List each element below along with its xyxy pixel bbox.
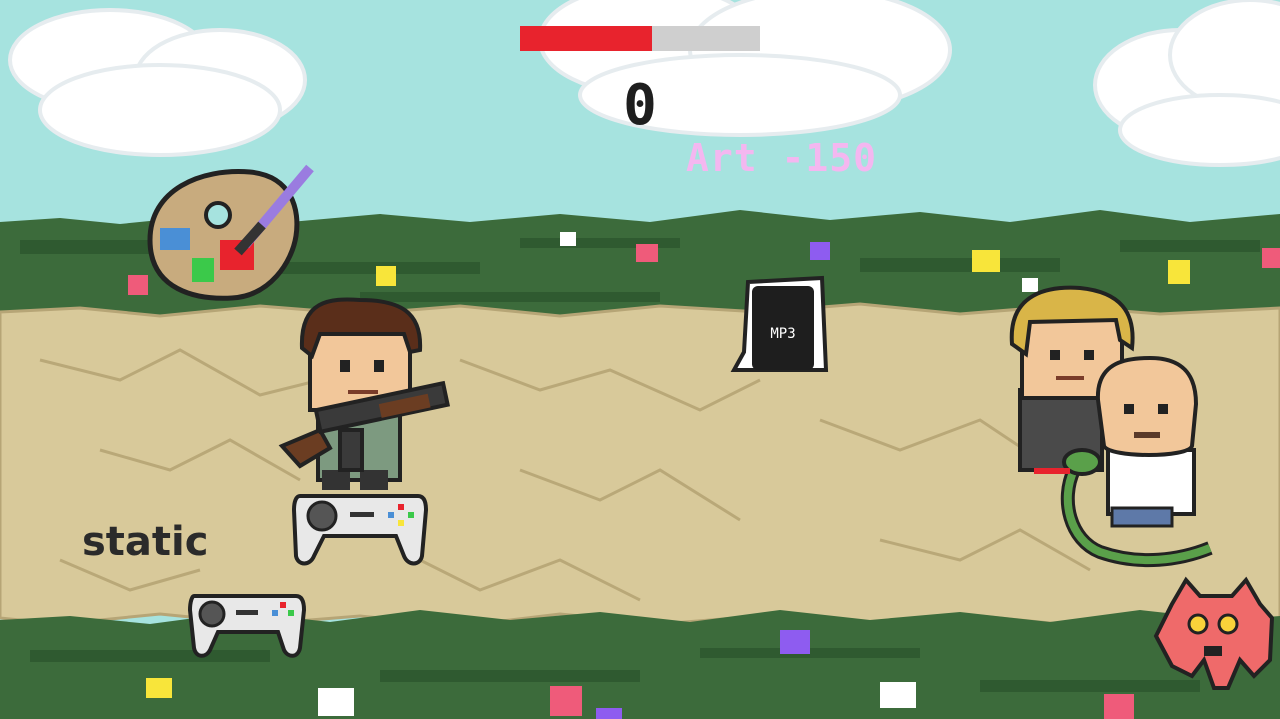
score-counter: 0: [623, 73, 657, 138]
enemy-bald-man: [1095, 355, 1199, 528]
palette-icon[interactable]: [147, 164, 314, 301]
mp3-file-icon[interactable]: MP3: [730, 275, 829, 372]
svg-text:MP3: MP3: [770, 326, 795, 342]
static-label: static: [82, 519, 209, 565]
gamepad-icon-secondary[interactable]: [187, 594, 307, 658]
pixel-monster: [1153, 576, 1275, 690]
gamepad-icon[interactable]: [291, 494, 429, 566]
health-bar-fill: [520, 26, 652, 51]
health-bar: [520, 26, 760, 51]
damage-popup: Art -150: [686, 136, 878, 180]
